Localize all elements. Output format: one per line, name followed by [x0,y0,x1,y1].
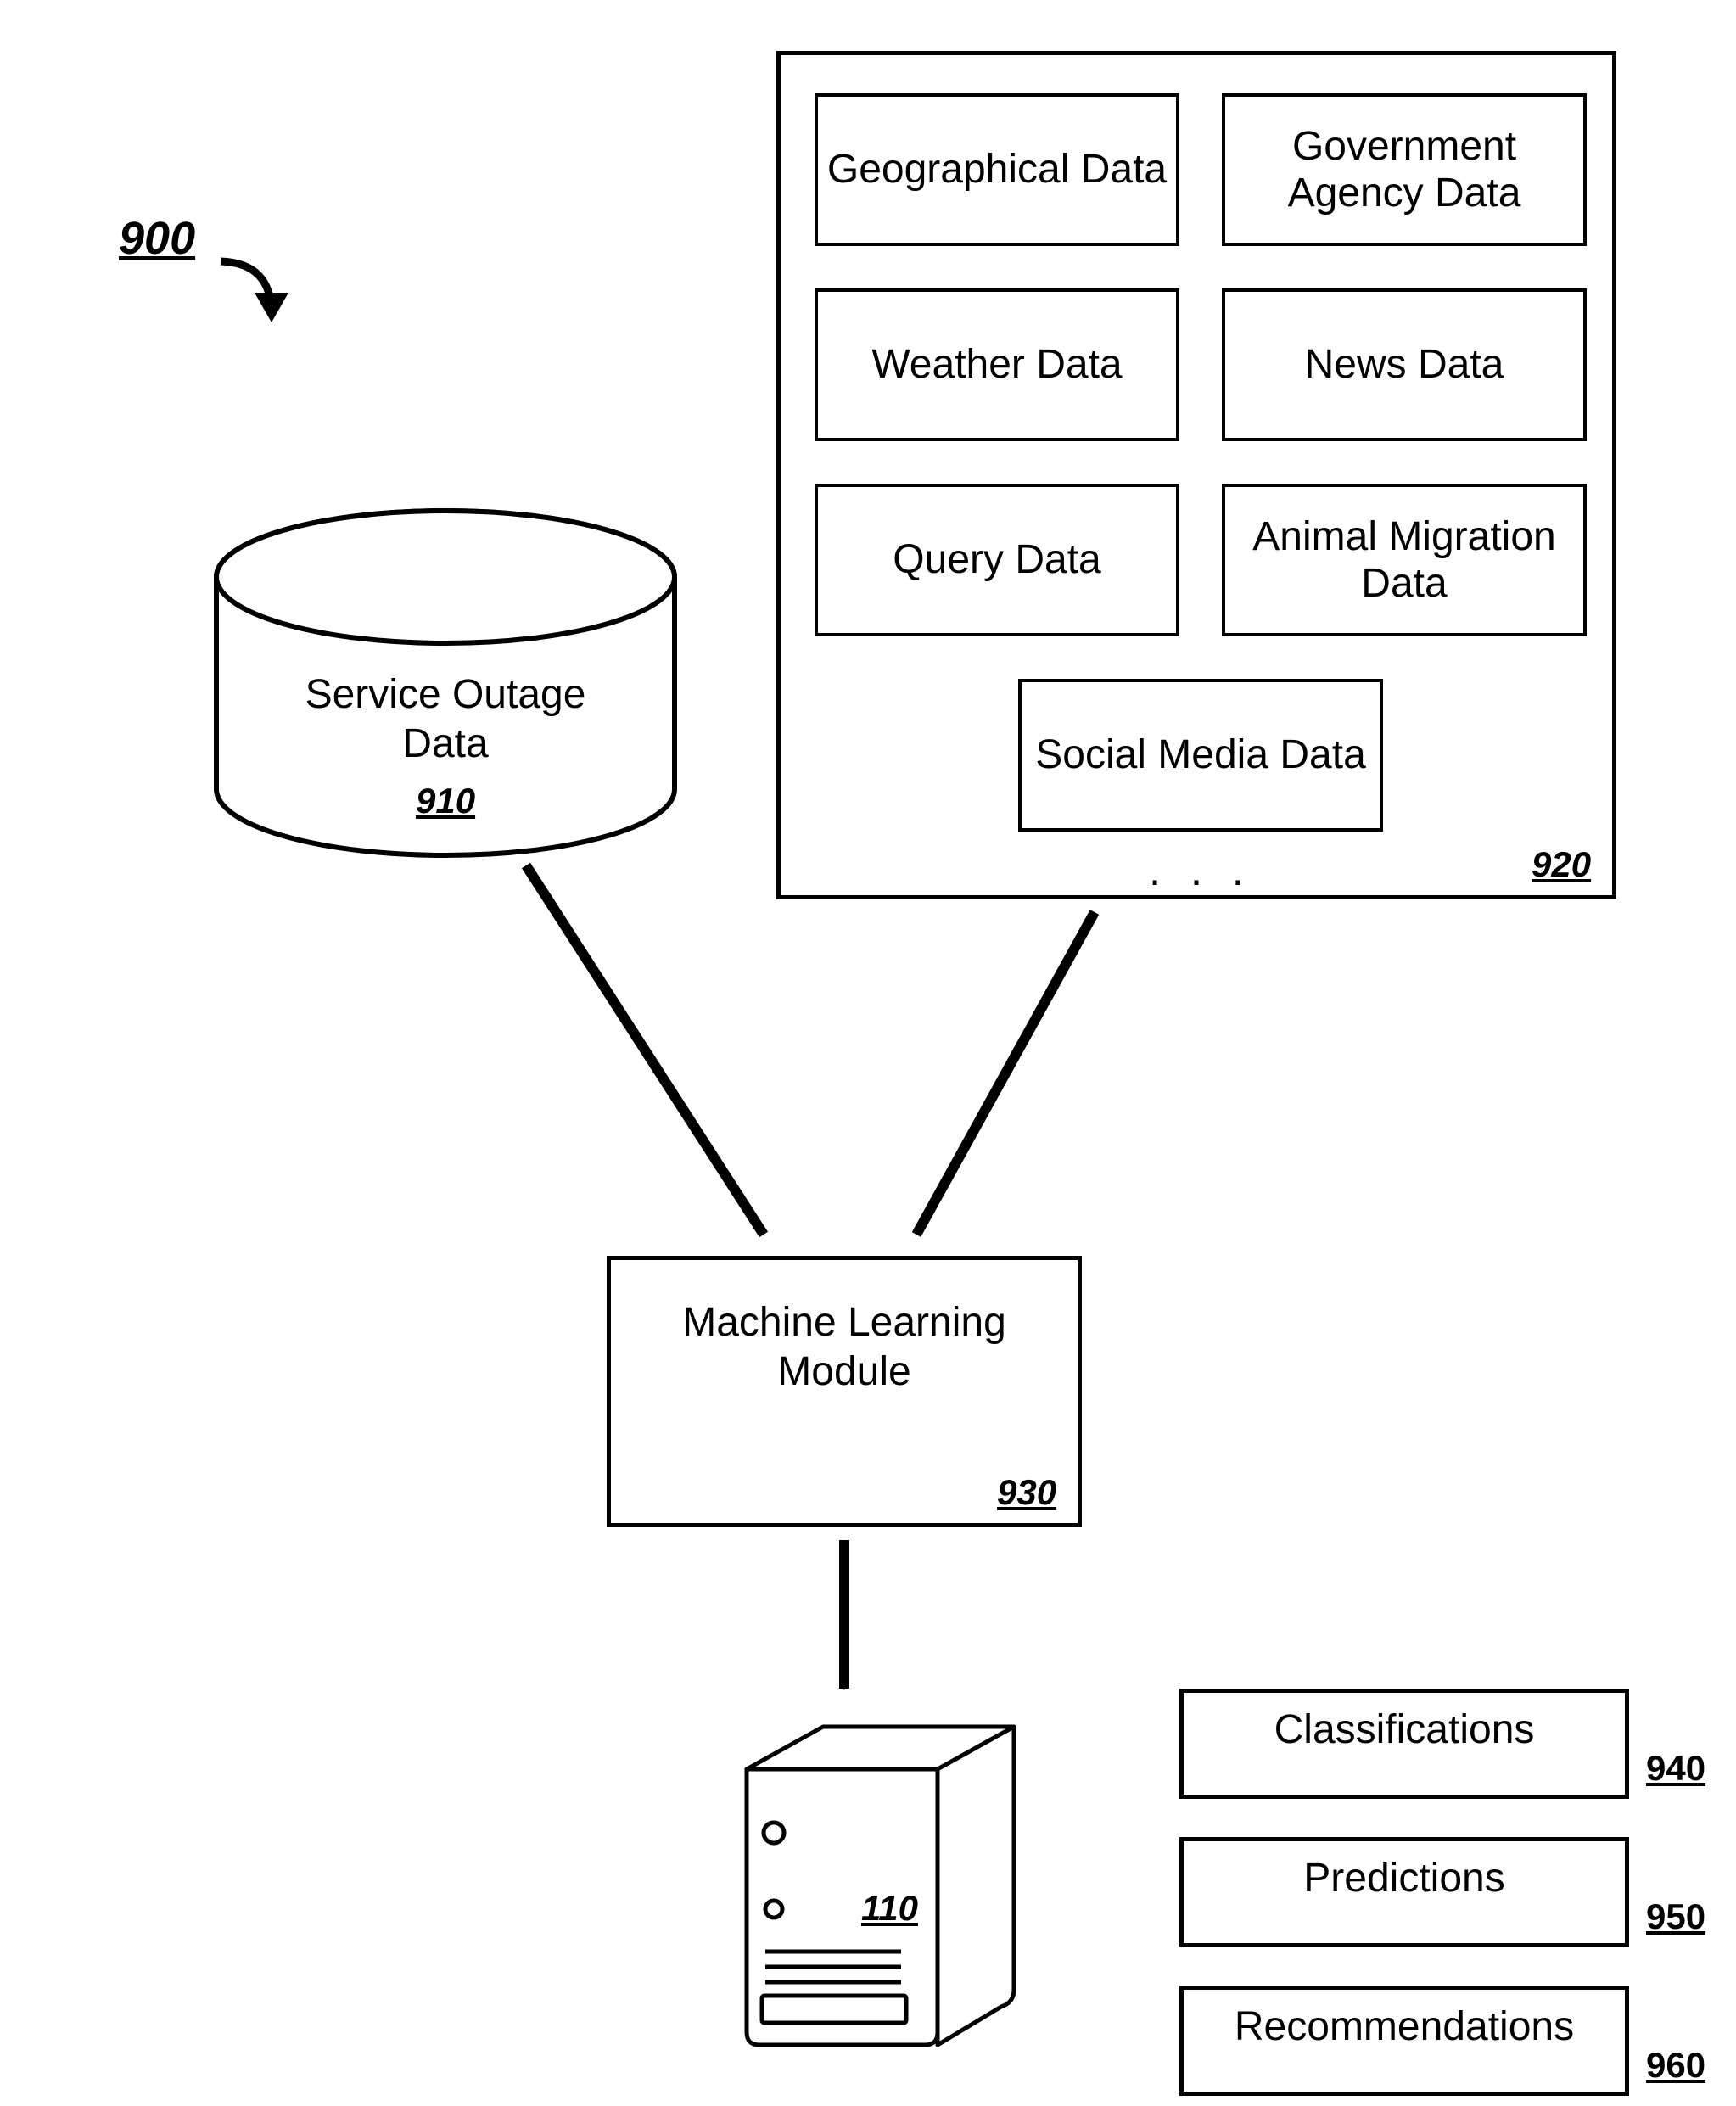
sources-ellipsis: . . . [1128,844,1273,897]
output-classifications-ref: 940 [1646,1748,1705,1789]
output-recommendations-ref: 960 [1646,2045,1705,2086]
database-ref: 910 [416,781,475,821]
output-recommendations-label: Recommendations [1179,2002,1629,2052]
database-label: Service Outage Data [216,670,675,768]
output-predictions-label: Predictions [1179,1854,1629,1903]
figure-number: 900 [119,212,195,265]
diagram-stage: 900 Service Outage Data 910 Geographical… [0,0,1736,2106]
source-weather-data: Weather Data [815,288,1179,441]
source-social-media-data: Social Media Data [1018,679,1383,832]
sources-ref: 920 [1532,844,1591,885]
source-government-agency-data: Government Agency Data [1222,93,1587,246]
ml-module-ref: 930 [997,1472,1056,1513]
ml-module-label: Machine Learning Module [607,1298,1082,1396]
source-query-data: Query Data [815,484,1179,636]
source-geographical-data: Geographical Data [815,93,1179,246]
output-predictions-ref: 950 [1646,1896,1705,1937]
source-news-data: News Data [1222,288,1587,441]
server-ref: 110 [861,1888,918,1929]
source-animal-migration-data: Animal Migration Data [1222,484,1587,636]
output-classifications-label: Classifications [1179,1706,1629,1755]
